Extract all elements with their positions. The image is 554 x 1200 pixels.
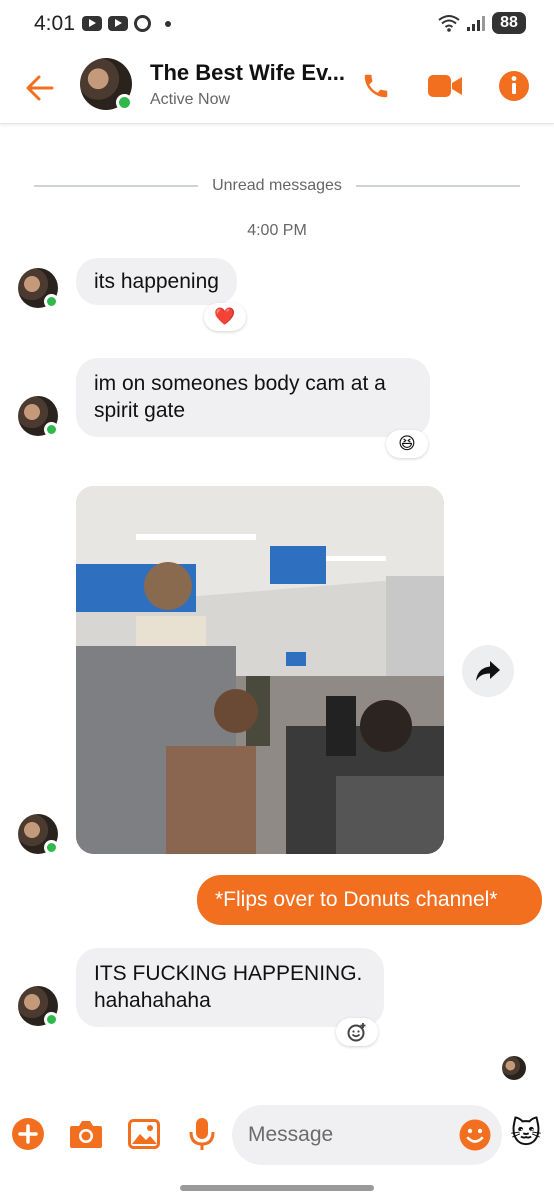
seen-receipt-avatar [502, 1056, 526, 1080]
quick-reaction-button[interactable]: 🐱 [506, 1114, 546, 1154]
plus-circle-icon [12, 1118, 44, 1150]
forward-arrow-icon [476, 661, 500, 681]
battery-indicator: 88 [492, 12, 526, 34]
airport-photo [76, 486, 444, 854]
status-time: 4:01 [34, 12, 75, 35]
online-indicator [44, 422, 59, 437]
message-composer: 🐱 [0, 1100, 554, 1172]
unread-label: Unread messages [212, 177, 342, 194]
add-emoji-icon [347, 1023, 366, 1042]
online-indicator [116, 94, 133, 111]
message-bubble[interactable]: its happening [76, 258, 237, 305]
info-button[interactable] [494, 66, 534, 106]
message-bubble[interactable]: ITS FUCKING HAPPENING. hahahahaha [76, 948, 384, 1027]
microphone-icon [189, 1118, 215, 1150]
cell-signal-icon [467, 16, 485, 31]
online-indicator [44, 1012, 59, 1027]
forward-button[interactable] [462, 645, 514, 697]
image-icon [128, 1119, 160, 1149]
camera-button[interactable] [68, 1116, 104, 1152]
gallery-button[interactable] [126, 1116, 162, 1152]
chrome-notification-icon [134, 15, 151, 32]
youtube-notification-icon-2 [108, 16, 128, 31]
camera-icon [70, 1121, 102, 1148]
youtube-notification-icon [82, 16, 102, 31]
heart-reaction[interactable]: ❤️ [204, 303, 246, 331]
add-more-button[interactable] [10, 1116, 46, 1152]
video-icon [428, 75, 462, 97]
photo-message[interactable] [76, 486, 444, 854]
video-call-button[interactable] [425, 66, 465, 106]
online-indicator [44, 840, 59, 855]
online-indicator [44, 294, 59, 309]
home-indicator[interactable] [180, 1185, 374, 1191]
phone-icon [364, 74, 388, 98]
info-icon [499, 71, 529, 101]
more-notifications-icon [165, 20, 171, 27]
unread-divider: Unread messages [34, 174, 520, 198]
laugh-reaction[interactable]: 😆 [386, 430, 428, 458]
contact-name[interactable]: The Best Wife Ev... [150, 60, 345, 86]
wifi-icon [438, 15, 460, 32]
message-timestamp: 4:00 PM [247, 222, 307, 239]
back-button[interactable] [22, 70, 58, 106]
message-bubble[interactable]: im on someones body cam at a spirit gate [76, 358, 430, 437]
add-reaction-button[interactable] [336, 1018, 378, 1046]
status-bar: 4:01 88 [0, 0, 554, 52]
emoji-button[interactable] [458, 1118, 492, 1152]
smiley-icon [459, 1119, 491, 1151]
voice-message-button[interactable] [184, 1116, 220, 1152]
back-arrow-icon [26, 75, 54, 101]
chat-header: The Best Wife Ev... Active Now [0, 52, 554, 124]
contact-status: Active Now [150, 91, 231, 108]
outgoing-message-bubble[interactable]: *Flips over to Donuts channel* [197, 875, 542, 925]
voice-call-button[interactable] [356, 66, 396, 106]
